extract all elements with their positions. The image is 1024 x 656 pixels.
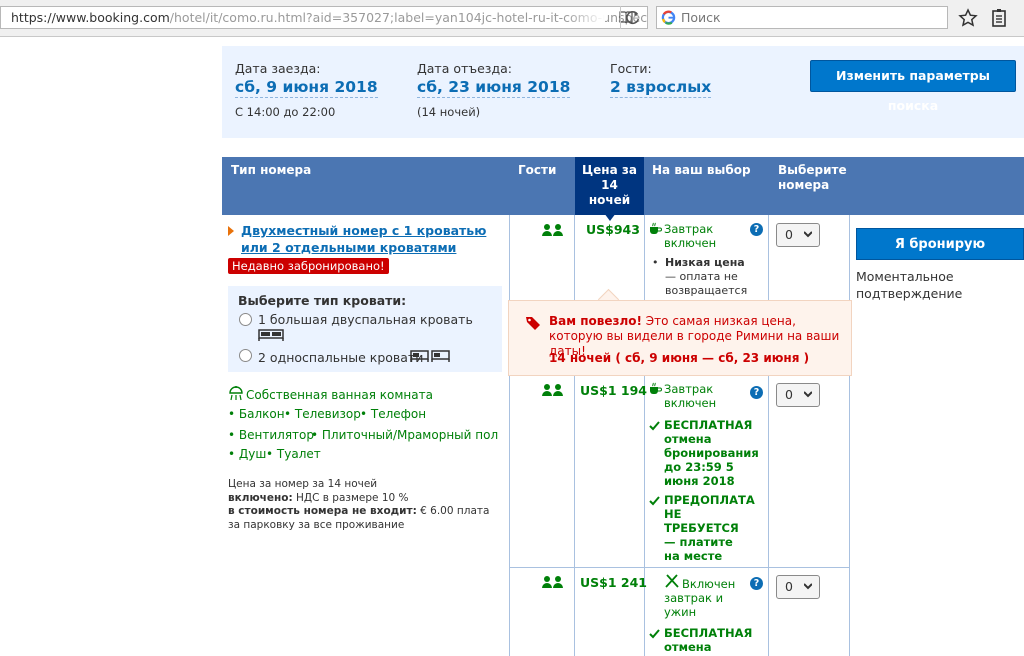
facility-item: • Телефон [360,407,427,421]
header-select: Выберите номера [778,163,847,192]
header-price: Цена за 14 ночей [582,163,637,207]
bed-option-double[interactable]: 1 большая двуспальная кровать [258,312,473,327]
room-quantity-select[interactable]: 0 [776,575,820,599]
help-icon[interactable]: ? [750,223,763,236]
checkin-time: С 14:00 до 22:00 [235,105,336,119]
meal-info: Завтрак включен [664,382,717,410]
checkin-date[interactable]: сб, 9 июня 2018 [235,78,378,98]
book-button[interactable]: Я бронирую [856,228,1024,260]
tag-icon [526,317,540,330]
recently-booked-badge: Недавно забронировано! [228,258,389,274]
search-input[interactable]: Поиск [656,6,948,29]
room-name-link[interactable]: Двухместный номер с 1 кроватью или 2 отд… [241,222,506,256]
guests-icon [542,384,563,396]
bed-icon [258,329,284,341]
free-cancellation: БЕСПЛАТНАЯ отмена бронирования до 23:59 5… [664,418,759,488]
help-icon[interactable]: ? [750,386,763,399]
bed-radio-double[interactable] [239,313,252,326]
facility-item: • Туалет [266,447,321,461]
facility-item: • Душ [228,447,267,461]
facility-item: • Вентилятор [228,428,314,442]
header-guests: Гости [518,163,557,177]
checkout-label: Дата отъезда: [417,61,512,76]
lowest-price-tooltip: Вам повезло! Это самая низкая цена, кото… [508,300,852,376]
reload-icon[interactable] [620,6,646,29]
offer-price: US$943 [586,222,640,237]
change-search-button[interactable]: Изменить параметры поиска [810,60,1016,113]
meal-info: Завтрак включен [664,222,717,250]
instant-confirmation: Моментальное подтверждение [856,269,963,301]
header-price-arrow [604,213,616,221]
price-note: Цена за номер за 14 ночей включено: НДС … [228,478,490,531]
coffee-icon [650,222,662,234]
facility-item: • Балкон [228,407,285,421]
url-text: https://www.booking.com/hotel/it/como.ru… [11,10,648,25]
search-placeholder: Поиск [681,10,721,25]
list-icon[interactable] [989,8,1009,28]
checkin-label: Дата заезда: [235,61,321,76]
header-choice: На ваш выбор [652,163,751,177]
shower-icon [229,386,243,401]
bed-option-twin[interactable]: 2 односпальные кровати [258,350,423,365]
star-icon[interactable] [958,8,978,28]
guests-icon [542,224,563,236]
guests-value[interactable]: 2 взрослых [610,78,712,98]
expand-triangle-icon[interactable] [228,226,234,236]
free-cancellation: БЕСПЛАТНАЯ отмена [664,626,753,654]
chevron-down-icon [804,391,812,398]
check-icon [649,421,660,431]
twin-bed-icon [410,350,450,362]
bed-type-title: Выберите тип кровати: [238,293,407,308]
facility-item: • Плиточный/Мраморный пол [311,428,499,442]
offer-price: US$1 241 [580,575,647,590]
chevron-down-icon [804,231,812,238]
condition-info: Низкая цена — оплата не возвращается [665,256,748,297]
facility-item: • Телевизор [284,407,361,421]
room-quantity-select[interactable]: 0 [776,383,820,407]
meal-info: Включен завтрак и ужин [664,577,736,619]
room-quantity-select[interactable]: 0 [776,223,820,247]
offer-price: US$1 194 [580,383,647,398]
no-prepayment: ПРЕДОПЛАТА НЕ ТРЕБУЕТСЯ — платите на мест… [664,493,755,563]
guests-label: Гости: [610,61,652,76]
help-icon[interactable]: ? [750,577,763,590]
guests-icon [542,576,563,588]
bed-radio-twin[interactable] [239,349,252,362]
chevron-down-icon [804,583,812,590]
checkout-date[interactable]: сб, 23 июня 2018 [417,78,571,98]
check-icon [649,496,660,506]
check-icon [649,629,660,639]
nights-count: (14 ночей) [417,105,481,119]
google-icon [661,10,676,25]
address-bar[interactable]: https://www.booking.com/hotel/it/como.ru… [0,6,648,29]
coffee-icon [650,382,662,394]
facility-bathroom: Собственная ванная комната [246,388,433,402]
header-room-type: Тип номера [231,163,312,177]
